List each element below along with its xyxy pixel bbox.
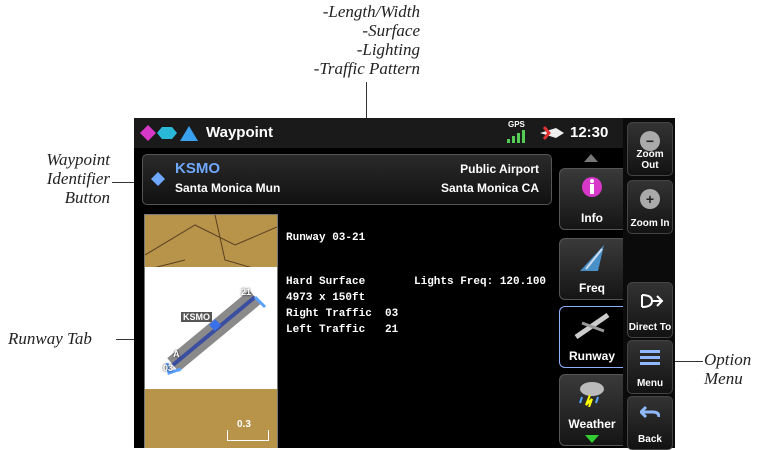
device-screen: Waypoint GPS 12:30 KSMO Santa Monica Mun… (134, 118, 623, 448)
back-label: Back (638, 434, 662, 445)
tab-label: Weather (568, 417, 616, 431)
gps-label: GPS (508, 120, 525, 129)
direct-to-icon (641, 294, 664, 308)
callout-line: -Traffic Pattern (313, 59, 420, 78)
side-button-panel: − Zoom Out + Zoom In Direct To Menu Back (623, 118, 675, 450)
map-graphic (145, 215, 277, 389)
map-rwy-end-03: 03 (163, 363, 174, 373)
map-marker-a: A (173, 349, 180, 359)
callout-line: Button (64, 188, 110, 207)
zoom-in-button[interactable]: + Zoom In (627, 180, 673, 234)
menu-button[interactable]: Menu (627, 340, 673, 394)
callout-leader-menu (675, 361, 703, 362)
airplane-icon (540, 126, 564, 140)
waypoint-diamond-icon (151, 172, 165, 186)
map-scale-label: 0.3 (237, 419, 251, 430)
runway-icon (574, 313, 610, 339)
scroll-up-arrow-icon[interactable] (584, 154, 598, 162)
zoom-out-label: Zoom Out (636, 149, 664, 171)
waypoint-type: Public Airport (460, 162, 539, 176)
runway-surface: Hard Surface (286, 276, 366, 288)
zoom-in-label: Zoom In (630, 218, 670, 229)
map-ident-label: KSMO (181, 312, 212, 322)
tab-label: Info (581, 211, 603, 225)
callout-line: Option (704, 350, 752, 369)
minus-icon: − (640, 131, 660, 151)
gps-signal-icon (507, 130, 525, 143)
back-button[interactable]: Back (627, 396, 673, 450)
tab-label: Runway (568, 349, 615, 363)
tab-label: Freq (578, 281, 605, 295)
back-arrow-icon (640, 405, 660, 419)
title-bar: Waypoint GPS 12:30 (134, 118, 623, 148)
tab-weather[interactable]: Weather (559, 374, 623, 446)
tab-freq[interactable]: Freq (559, 238, 623, 300)
callout-runway-info: -Length/Width -Surface -Lighting -Traffi… (302, 2, 420, 78)
callout-line: -Length/Width (322, 2, 420, 21)
waypoint-identifier-button[interactable]: KSMO Santa Monica Mun Public Airport San… (142, 154, 552, 205)
frequency-icon (580, 245, 604, 271)
runway-left-traffic: Left Traffic 21 (286, 324, 399, 336)
waypoint-city: Santa Monica CA (440, 181, 539, 195)
callout-line: Waypoint (46, 150, 110, 169)
info-icon (582, 177, 602, 197)
callout-line: -Lighting (356, 40, 420, 59)
map-rwy-end-21: 21 (241, 287, 252, 297)
runway-id: Runway 03-21 (286, 232, 366, 244)
clock: 12:30 (570, 124, 609, 141)
direct-to-label: Direct To (628, 322, 672, 333)
tab-runway[interactable]: Runway (559, 306, 623, 368)
runway-right-traffic: Right Traffic 03 (286, 308, 399, 320)
runway-lights-freq: Lights Freq: 120.100 (414, 276, 547, 288)
callout-runway-tab: Runway Tab (8, 329, 92, 348)
direct-to-button[interactable]: Direct To (627, 282, 673, 338)
tab-info[interactable]: Info (559, 168, 623, 230)
callout-option-menu: Option Menu (704, 350, 763, 388)
callout-line: Menu (704, 369, 743, 388)
waypoint-ident: KSMO (175, 160, 220, 177)
page-nav-icons[interactable] (140, 124, 202, 142)
map-scale: 0.3 (227, 419, 269, 441)
page-title: Waypoint (206, 124, 273, 141)
menu-icon (640, 350, 660, 365)
callout-line: -Surface (362, 21, 420, 40)
zoom-out-button[interactable]: − Zoom Out (627, 122, 673, 176)
weather-icon (579, 382, 604, 407)
scroll-down-arrow-icon[interactable] (585, 435, 599, 443)
waypoint-name: Santa Monica Mun (175, 181, 281, 195)
runway-size: 4973 x 150ft (286, 292, 366, 304)
runway-map[interactable]: 21 KSMO A 03 0.3 (144, 214, 278, 448)
callout-waypoint-identifier: Waypoint Identifier Button (14, 150, 110, 207)
plus-icon: + (640, 189, 660, 209)
menu-label: Menu (636, 378, 664, 389)
callout-line: Identifier (46, 169, 110, 188)
